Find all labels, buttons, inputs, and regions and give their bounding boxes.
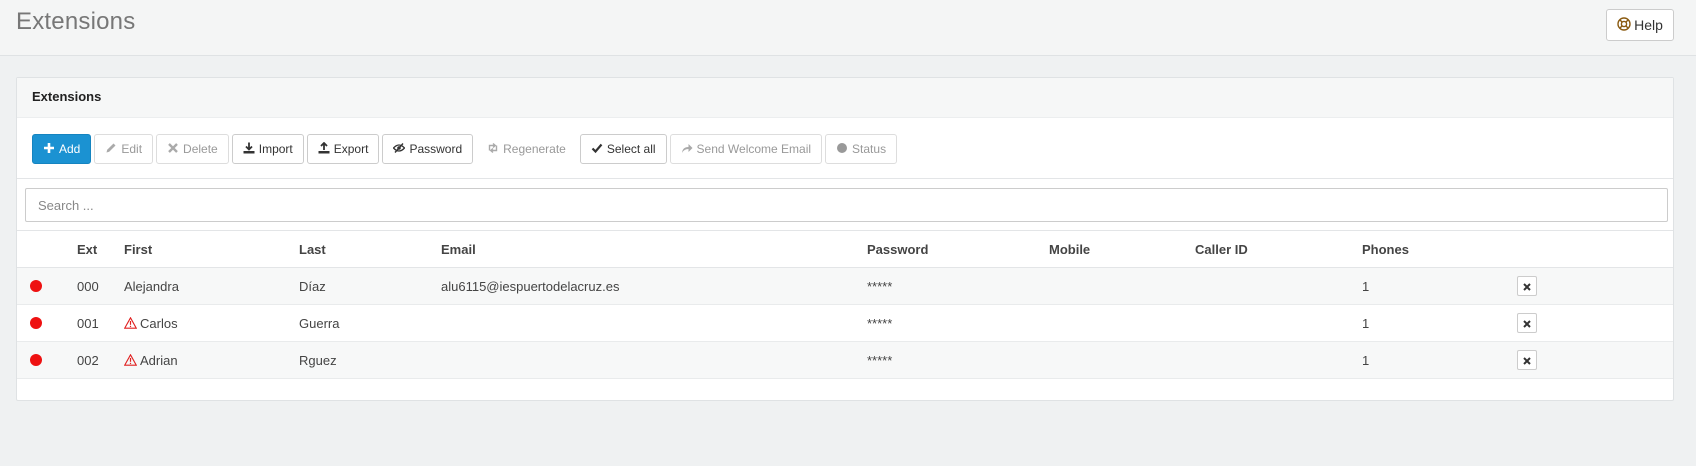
table-row[interactable]: 002 Adrian Rguez ***** 1: [17, 342, 1673, 379]
regenerate-button[interactable]: Regenerate: [476, 134, 577, 164]
cell-last: Guerra: [299, 316, 340, 331]
cell-last: Díaz: [299, 279, 326, 294]
import-button[interactable]: Import: [231, 134, 304, 164]
retweet-icon: [487, 142, 499, 157]
delete-button[interactable]: Delete: [156, 134, 229, 164]
table-row[interactable]: 001 Carlos Guerra ***** 1: [17, 305, 1673, 342]
header-caller-id[interactable]: Caller ID: [1195, 242, 1248, 257]
close-icon: [1523, 279, 1531, 294]
close-icon: [1523, 316, 1531, 331]
status-dot: [30, 317, 42, 329]
header-phones[interactable]: Phones: [1362, 242, 1409, 257]
search-input[interactable]: [25, 188, 1668, 222]
cell-last: Rguez: [299, 353, 337, 368]
header-first[interactable]: First: [124, 242, 152, 257]
header-last[interactable]: Last: [299, 242, 326, 257]
share-icon: [681, 142, 693, 157]
send-welcome-email-label: Send Welcome Email: [696, 142, 812, 156]
add-label: Add: [59, 142, 81, 156]
send-welcome-email-button[interactable]: Send Welcome Email: [669, 134, 823, 164]
times-icon: [167, 142, 179, 157]
circle-icon: [836, 142, 848, 157]
password-label: Password: [409, 142, 463, 156]
warning-icon: [124, 353, 140, 368]
panel-title: Extensions: [17, 78, 1673, 118]
warning-icon: [124, 316, 140, 331]
eye-slash-icon: [393, 142, 406, 157]
edit-label: Edit: [121, 142, 143, 156]
delete-row-button[interactable]: [1517, 276, 1537, 296]
cell-phones: 1: [1362, 316, 1370, 331]
header-ext[interactable]: Ext: [77, 242, 97, 257]
cell-phones: 1: [1362, 353, 1370, 368]
page-header: Extensions Help: [0, 0, 1696, 56]
plus-icon: [43, 142, 55, 157]
cell-ext: 000: [77, 279, 99, 294]
add-button[interactable]: Add: [32, 134, 92, 164]
export-button[interactable]: Export: [306, 134, 380, 164]
help-label: Help: [1634, 17, 1663, 33]
cell-ext: 001: [77, 316, 99, 331]
cell-first: Carlos: [124, 316, 178, 331]
close-icon: [1523, 353, 1531, 368]
extensions-panel: Extensions Add Edit Delete Import Export…: [16, 77, 1674, 401]
status-button[interactable]: Status: [825, 134, 898, 164]
select-all-button[interactable]: Select all: [579, 134, 667, 164]
select-all-label: Select all: [606, 142, 656, 156]
cell-ext: 002: [77, 353, 99, 368]
delete-row-button[interactable]: [1517, 313, 1537, 333]
download-icon: [243, 142, 255, 157]
cell-first: Adrian: [124, 353, 178, 368]
check-icon: [591, 142, 603, 157]
pencil-icon: [105, 142, 117, 157]
first-name: Carlos: [140, 316, 178, 331]
status-label: Status: [852, 142, 887, 156]
first-name: Adrian: [140, 353, 178, 368]
header-email[interactable]: Email: [441, 242, 476, 257]
header-mobile[interactable]: Mobile: [1049, 242, 1090, 257]
cell-password: *****: [867, 353, 893, 368]
import-label: Import: [258, 142, 293, 156]
lifebuoy-icon: [1617, 16, 1631, 34]
status-dot: [30, 280, 42, 292]
header-password[interactable]: Password: [867, 242, 928, 257]
password-button[interactable]: Password: [382, 134, 474, 164]
help-button[interactable]: Help: [1606, 9, 1674, 41]
regenerate-label: Regenerate: [503, 142, 566, 156]
export-label: Export: [333, 142, 369, 156]
page-title: Extensions: [16, 8, 136, 35]
table-header: Ext First Last Email Password Mobile Cal…: [17, 231, 1673, 268]
status-dot: [30, 354, 42, 366]
cell-password: *****: [867, 316, 893, 331]
cell-password: *****: [867, 279, 893, 294]
delete-label: Delete: [183, 142, 218, 156]
upload-icon: [318, 141, 330, 157]
cell-email: alu6115@iespuertodelacruz.es: [441, 279, 620, 294]
toolbar: Add Edit Delete Import Export Password R…: [32, 134, 898, 164]
toolbar-divider: [17, 178, 1673, 179]
table-row[interactable]: 000 Alejandra Díaz alu6115@iespuertodela…: [17, 268, 1673, 305]
delete-row-button[interactable]: [1517, 350, 1537, 370]
cell-phones: 1: [1362, 279, 1370, 294]
edit-button[interactable]: Edit: [94, 134, 154, 164]
cell-first: Alejandra: [124, 279, 179, 294]
